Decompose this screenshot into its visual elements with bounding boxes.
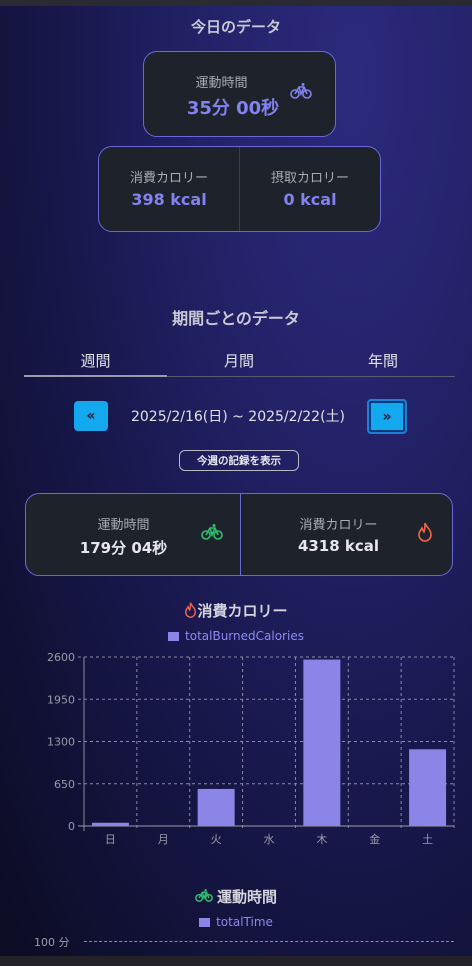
bar-木 bbox=[303, 659, 341, 826]
tab-monthly[interactable]: 月間 bbox=[167, 350, 311, 370]
period-summary-card: 運動時間 179分 04秒 消費カロリー 4318 kcal bbox=[25, 493, 453, 576]
period-burned-value: 4318 kcal bbox=[297, 537, 380, 555]
flame-icon bbox=[185, 602, 197, 618]
bar-火 bbox=[197, 788, 235, 826]
bicycle-icon bbox=[290, 83, 312, 99]
time-chart-axis-top bbox=[84, 941, 454, 943]
bottom-bar bbox=[0, 956, 472, 966]
next-week-button[interactable]: » bbox=[367, 399, 407, 434]
bar-土 bbox=[409, 749, 447, 826]
calories-chart-title: 消費カロリー bbox=[0, 600, 472, 621]
today-calories-card: 消費カロリー 398 kcal 摂取カロリー 0 kcal bbox=[98, 146, 381, 232]
x-tick-label: 火 bbox=[211, 833, 222, 846]
bar-日 bbox=[91, 822, 129, 826]
tab-weekly[interactable]: 週間 bbox=[24, 350, 167, 370]
period-title: 期間ごとのデータ bbox=[172, 309, 300, 328]
today-title: 今日のデータ bbox=[190, 18, 281, 36]
period-burned-label: 消費カロリー bbox=[299, 518, 378, 533]
y-tick-label: 0 bbox=[68, 820, 75, 833]
legend-swatch bbox=[199, 918, 211, 927]
bicycle-icon bbox=[195, 888, 213, 902]
card-divider bbox=[240, 494, 241, 575]
x-tick-label: 木 bbox=[316, 833, 327, 846]
tab-yearly[interactable]: 年間 bbox=[311, 350, 455, 370]
calories-bar-chart: 0 650 1300 1950 2600 日 月 火 水 木 金 土 bbox=[47, 651, 455, 846]
time-chart-title-text: 運動時間 bbox=[216, 888, 277, 906]
prev-week-button[interactable]: « bbox=[74, 401, 108, 431]
period-exercise-value: 179分 04秒 bbox=[79, 539, 168, 557]
x-tick-label: 土 bbox=[422, 833, 433, 846]
legend-label: totalTime bbox=[216, 915, 273, 929]
active-tab-indicator bbox=[24, 375, 167, 377]
time-chart-legend[interactable]: totalTime bbox=[0, 915, 472, 929]
today-exercise-label: 運動時間 bbox=[195, 76, 248, 91]
period-exercise-label: 運動時間 bbox=[97, 518, 150, 533]
time-chart-ytick-top: 100 分 bbox=[34, 936, 70, 949]
today-intake-value: 0 kcal bbox=[283, 190, 337, 209]
top-bar bbox=[0, 0, 472, 6]
time-chart-title: 運動時間 bbox=[0, 886, 472, 907]
x-tick-label: 水 bbox=[264, 833, 275, 846]
x-tick-label: 日 bbox=[105, 833, 116, 846]
today-exercise-card: 運動時間 35分 00秒 bbox=[143, 51, 336, 137]
this-week-button[interactable]: 今週の記録を表示 bbox=[179, 450, 299, 471]
today-burned-value: 398 kcal bbox=[131, 190, 207, 209]
card-divider bbox=[239, 147, 240, 231]
y-tick-label: 2600 bbox=[47, 651, 75, 664]
flame-icon bbox=[418, 522, 432, 542]
today-intake-label: 摂取カロリー bbox=[270, 171, 349, 186]
today-burned-label: 消費カロリー bbox=[129, 171, 208, 186]
y-tick-label: 650 bbox=[54, 778, 75, 791]
x-tick-label: 月 bbox=[158, 833, 169, 846]
calories-chart-title-text: 消費カロリー bbox=[197, 602, 288, 620]
date-range: 2025/2/16(日) ~ 2025/2/22(土) bbox=[130, 409, 346, 425]
x-tick-label: 金 bbox=[369, 832, 380, 846]
y-tick-label: 1950 bbox=[47, 693, 75, 706]
y-tick-label: 1300 bbox=[47, 736, 75, 749]
bicycle-icon bbox=[201, 524, 223, 540]
